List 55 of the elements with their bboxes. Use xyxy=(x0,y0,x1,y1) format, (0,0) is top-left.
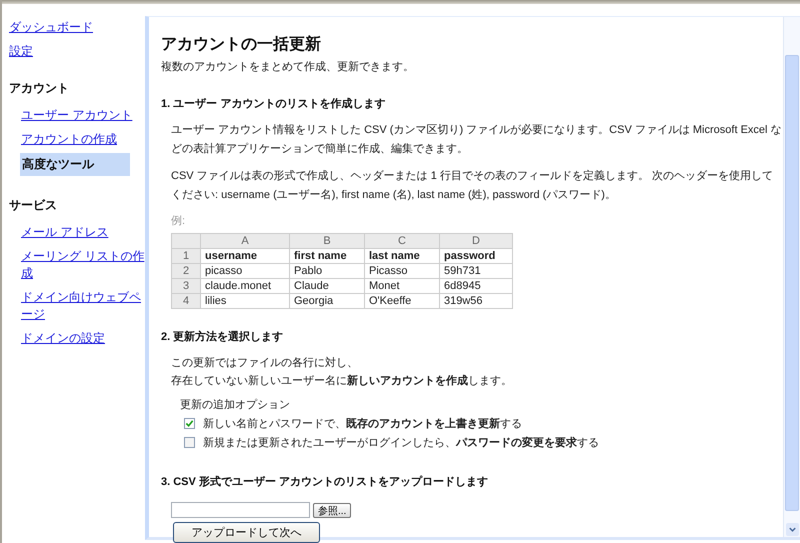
table-cell: claude.monet xyxy=(200,278,290,294)
browse-button[interactable]: 参照... xyxy=(313,502,352,518)
upload-button[interactable]: アップロードして次へ xyxy=(173,522,320,543)
sidebar-item[interactable]: ドメインの設定 xyxy=(21,328,105,349)
step-heading: 3. CSV 形式でユーザー アカウントのリストをアップロードします xyxy=(161,474,489,489)
column-header: B xyxy=(290,234,364,248)
scrollbar[interactable] xyxy=(783,17,800,537)
table-cell: Pablo xyxy=(290,264,364,278)
paragraph: CSV ファイルは表の形式で作成し、ヘッダーまたは 1 行目でその表のフィールドを定義します。 次のヘッダーを使用してください: username (ユーザー名), first name (名), last name (姓), password (パスワード)。 xyxy=(171,168,774,203)
option-label: 新規または更新されたユーザーがログインしたら、パスワードの変更を要求する xyxy=(203,436,599,450)
options-label: 更新の追加オプション xyxy=(180,398,291,413)
table-cell: O'Keeffe xyxy=(364,294,440,308)
sidebar-item[interactable]: アカウントの作成 xyxy=(21,129,117,150)
page-title: アカウントの一括更新 xyxy=(161,34,322,55)
row-number: 1 xyxy=(172,248,200,264)
table-cell: 59h731 xyxy=(440,264,512,278)
table-cell: first name xyxy=(290,248,364,264)
option-label: 新しい名前とパスワードで、既存のアカウントを上書き更新する xyxy=(203,416,522,431)
example-label: 例: xyxy=(171,214,186,228)
table-cell: 6d8945 xyxy=(440,278,512,294)
sidebar-item[interactable]: メール アドレス xyxy=(21,222,108,243)
table-cell: picasso xyxy=(200,264,290,278)
column-header: A xyxy=(200,234,290,248)
table-cell: Picasso xyxy=(364,264,440,278)
file-path-field[interactable] xyxy=(171,502,310,518)
sidebar-link[interactable]: 設定 xyxy=(9,43,33,60)
row-number: 3 xyxy=(172,278,200,294)
step-heading: 1. ユーザー アカウントのリストを作成します xyxy=(161,96,386,111)
checkbox[interactable] xyxy=(184,418,195,429)
sidebar-section-title: サービス xyxy=(9,197,57,214)
sidebar-item[interactable]: メーリング リストの作成 xyxy=(21,246,145,284)
sidebar-item[interactable]: ユーザー アカウント xyxy=(21,105,132,126)
row-number: 2 xyxy=(172,264,200,278)
scroll-down-icon[interactable] xyxy=(786,523,798,536)
sidebar-link[interactable]: ダッシュボード xyxy=(9,19,93,36)
sidebar-item[interactable]: 高度なツール xyxy=(20,153,130,176)
table-cell: Claude xyxy=(290,278,364,294)
table-cell: 319w56 xyxy=(440,294,512,308)
table-cell: lilies xyxy=(200,294,290,308)
description-line: この更新ではファイルの各行に対し、 xyxy=(171,356,359,371)
table-cell: Monet xyxy=(364,278,440,294)
paragraph: ユーザー アカウント情報をリストした CSV (カンマ区切り) ファイルが必要になります。CSV ファイルは Microsoft Excel などの表計算アプリケーションで簡単に作成、編集できます。 xyxy=(171,122,783,157)
sidebar-section-title: アカウント xyxy=(9,80,69,97)
table-cell: Georgia xyxy=(290,294,364,308)
row-number: 4 xyxy=(172,294,200,308)
page-subtitle: 複数のアカウントをまとめて作成、更新できます。 xyxy=(161,60,415,74)
description-line: 存在していない新しいユーザー名に新しいアカウントを作成します。 xyxy=(171,374,513,389)
column-header: C xyxy=(364,234,440,248)
table-cell: last name xyxy=(364,248,440,264)
table-cell: password xyxy=(440,248,512,264)
step-heading: 2. 更新方法を選択します xyxy=(161,330,284,344)
sidebar-item[interactable]: ドメイン向けウェブページ xyxy=(21,287,145,325)
table-cell: username xyxy=(200,248,290,264)
checkbox[interactable] xyxy=(184,437,195,448)
column-header: D xyxy=(440,234,512,248)
